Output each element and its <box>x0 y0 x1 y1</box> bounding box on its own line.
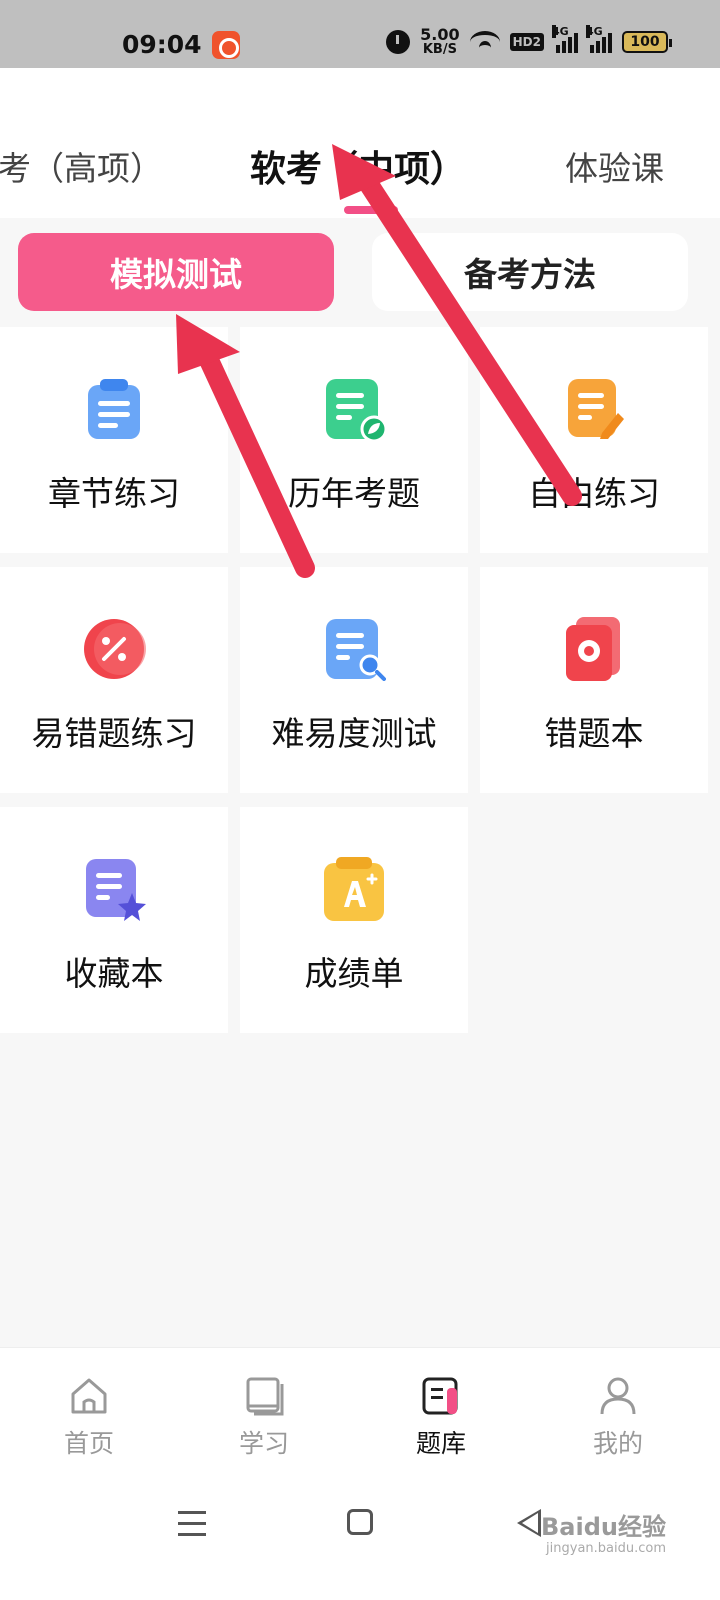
system-navigation-bar: Baidu经验 jingyan.baidu.com <box>0 1467 720 1600</box>
network-type-2: 4G <box>586 25 603 38</box>
grid-item-difficulty-test[interactable]: 难易度测试 <box>240 567 468 793</box>
tab-intermediate-project[interactable]: 软考（中项） <box>250 140 466 192</box>
document-star-icon <box>86 859 146 921</box>
grid-item-label: 章节练习 <box>48 474 180 513</box>
grid-item-label: 易错题练习 <box>31 714 197 753</box>
recent-apps-icon[interactable] <box>178 1511 206 1544</box>
study-method-button[interactable]: 备考方法 <box>372 233 688 311</box>
grid-item-mistake-book[interactable]: 错题本 <box>480 567 708 793</box>
percent-icon <box>84 619 146 679</box>
hd-voice-icon: HD2 <box>509 33 544 51</box>
tab-senior-project[interactable]: 考（高项） <box>0 142 163 190</box>
grid-item-label: 难易度测试 <box>271 714 437 753</box>
grid-item-label: 成绩单 <box>304 954 404 993</box>
grid-item-label: 自由练习 <box>528 474 660 513</box>
grid-item-label: 收藏本 <box>64 954 164 993</box>
grid-item-label: 历年考题 <box>288 474 420 513</box>
status-bar: 09:04 5.00 KB/S HD2 4G 4G 100 <box>0 0 720 68</box>
nav-home[interactable]: 首页 <box>39 1376 139 1460</box>
notebook-pencil-icon <box>568 379 624 439</box>
person-icon <box>600 1377 636 1415</box>
flower-book-icon <box>566 617 620 681</box>
wifi-icon <box>469 31 500 53</box>
book-icon <box>246 1377 284 1416</box>
nav-label: 题库 <box>415 1429 466 1458</box>
home-icon <box>71 1378 107 1414</box>
question-bank-icon <box>422 1377 458 1415</box>
grade-a-plus-icon <box>324 857 384 921</box>
grid-item-free-practice[interactable]: 自由练习 <box>480 327 708 553</box>
status-indicators: 5.00 KB/S HD2 4G 4G 100 <box>386 25 672 57</box>
network-speed: 5.00 KB/S <box>420 27 459 57</box>
grid-item-report-card[interactable]: 成绩单 <box>240 807 468 1033</box>
alarm-icon <box>386 30 411 54</box>
active-tab-indicator <box>344 206 398 214</box>
watermark-url: jingyan.baidu.com <box>546 1541 666 1556</box>
tab-trial-course[interactable]: 体验课 <box>565 142 664 190</box>
status-time: 09:04 <box>122 30 202 59</box>
nav-question-bank[interactable]: 题库 <box>391 1376 491 1460</box>
grid-item-error-prone-practice[interactable]: 易错题练习 <box>0 567 228 793</box>
nav-label: 首页 <box>63 1429 114 1458</box>
home-button-icon[interactable] <box>347 1509 373 1535</box>
nav-mine[interactable]: 我的 <box>568 1376 668 1460</box>
signal-icon-1: 4G <box>552 25 578 53</box>
network-type-1: 4G <box>552 25 569 38</box>
grid-item-label: 错题本 <box>544 714 644 753</box>
clipboard-icon <box>88 379 140 439</box>
grid-item-favorites[interactable]: 收藏本 <box>0 807 228 1033</box>
signal-icon-2: 4G <box>586 25 612 53</box>
watermark-logo: Baidu经验 <box>541 1513 666 1541</box>
document-leaf-icon <box>326 379 386 441</box>
nav-label: 学习 <box>238 1429 289 1458</box>
grid-item-past-exams[interactable]: 历年考题 <box>240 327 468 553</box>
mock-test-button[interactable]: 模拟测试 <box>18 233 334 311</box>
back-icon[interactable] <box>517 1509 541 1537</box>
nav-study[interactable]: 学习 <box>214 1376 314 1460</box>
notification-app-icon <box>212 31 240 59</box>
grid-item-chapter-practice[interactable]: 章节练习 <box>0 327 228 553</box>
bottom-navigation: 首页 学习 题库 我的 <box>0 1347 720 1467</box>
battery-icon: 100 <box>622 31 672 53</box>
network-speed-unit: KB/S <box>422 42 457 57</box>
document-search-icon <box>326 619 386 681</box>
nav-label: 我的 <box>592 1429 643 1458</box>
